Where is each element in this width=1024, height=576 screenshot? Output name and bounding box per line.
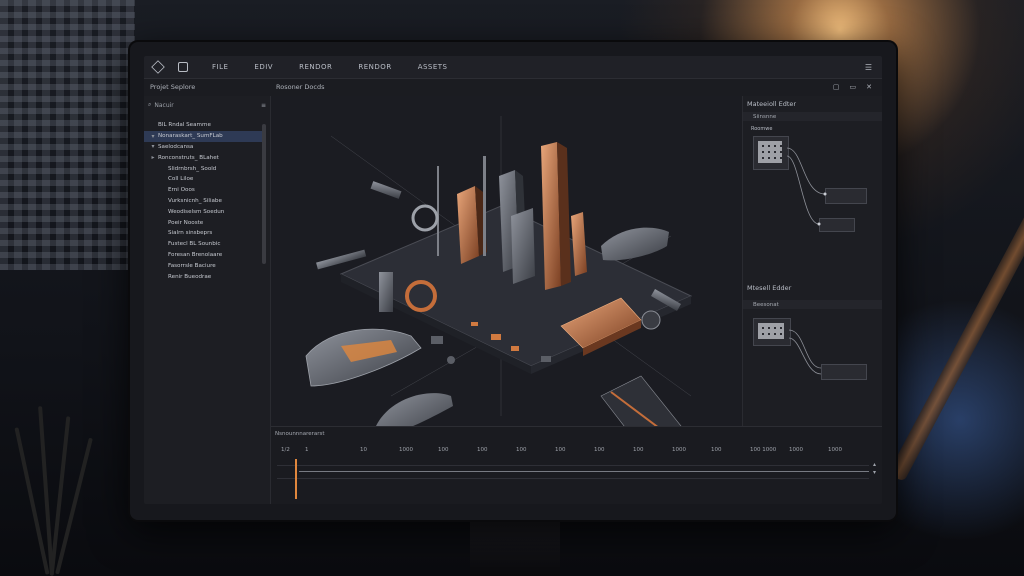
tree-item[interactable]: ▸ Ronconstruts_ BLahet xyxy=(144,152,264,163)
tree-item-label: Coll Liloe xyxy=(168,176,194,183)
explorer-search-label: Nacuir xyxy=(154,101,174,109)
timeline-tick-label: 1/2 xyxy=(281,447,290,453)
tree-item[interactable]: Fustecl BL Sounbic xyxy=(144,239,264,250)
tree-item-label: BIL Rndal Seamme xyxy=(158,122,211,129)
tree-item[interactable]: BIL Rndal Seamme xyxy=(144,120,264,131)
tree-item[interactable]: Sialrn sinsbeprs xyxy=(144,228,264,239)
material-editor-panel: Mateeioll Edter Siinsnne Roomwe Mtesell … xyxy=(742,96,882,426)
tree-item[interactable]: Fasorrsle Baciure xyxy=(144,260,264,271)
project-explorer-title: Projet Seplore xyxy=(150,83,196,91)
tree-item-label: Ronconstruts_ BLahet xyxy=(158,154,219,161)
menu-bar: FILE EDIV RENDOR RENDOR ASSETS ☰ xyxy=(144,56,882,79)
timeline-tick-label: 100 1000 xyxy=(750,447,777,453)
tree-item[interactable]: Slidrnbrsh_ Soold xyxy=(144,163,264,174)
timeline-tick-label: 100 xyxy=(633,447,644,453)
tree-item-label: Slidrnbrsh_ Soold xyxy=(168,165,217,172)
tree-item-label: Renir Bueodrae xyxy=(168,273,212,280)
timeline-tick-label: 1 xyxy=(305,447,309,453)
3d-scene-render xyxy=(305,116,693,449)
timeline-scroll-arrows[interactable]: ▴ ▾ xyxy=(873,461,876,477)
menu-item-edit[interactable]: EDIV xyxy=(254,63,273,71)
project-tree: BIL Rndal Seamme ▾ Nonaraskart_ SumFLab ▾ Sa… xyxy=(144,120,264,282)
timeline-title: Nsnounnnarerarst xyxy=(275,431,325,437)
tree-item-label: Poeir Nooste xyxy=(168,219,204,226)
timeline-tick-label: 1000 xyxy=(828,447,842,453)
timeline-tick-label: 1000 xyxy=(399,447,413,453)
tree-caret-icon[interactable]: ▾ xyxy=(148,143,158,150)
tree-item-label: Vurksnicnh_ Siliabe xyxy=(168,197,222,204)
collapse-icon[interactable]: ≡ xyxy=(261,102,266,109)
explorer-search[interactable]: ⌕ Nacuir ≡ xyxy=(148,100,266,110)
timeline-tick-label: 1000 xyxy=(672,447,686,453)
tree-item-label: Erni Ooos xyxy=(168,187,195,194)
menu-item-render-2[interactable]: RENDOR xyxy=(358,63,391,71)
tree-item[interactable]: Foresan Brenolaare xyxy=(144,250,264,261)
menu-item-render[interactable]: RENDOR xyxy=(299,63,332,71)
tree-item-label: Nonaraskart_ SumFLab xyxy=(158,133,223,140)
tree-item-label: Fasorrsle Baciure xyxy=(168,262,216,269)
tree-item[interactable]: Vurksnicnh_ Siliabe xyxy=(144,196,264,207)
window-icon[interactable]: ▢ xyxy=(833,83,840,91)
pen-holder xyxy=(14,400,130,576)
monitor-stand xyxy=(470,518,560,576)
viewport-controls: ▢ ▭ ✕ xyxy=(833,83,872,91)
save-icon[interactable] xyxy=(178,62,188,72)
panel-title-bar: Projet Seplore Rosoner Docds ▢ ▭ ✕ xyxy=(144,78,882,96)
menu-item-assets[interactable]: ASSETS xyxy=(418,63,448,71)
tree-item[interactable]: ▾ Nonaraskart_ SumFLab xyxy=(144,130,264,142)
timeline-panel: Nsnounnnarerarst 1/2 1 10 1000 100 100 100 100 1… xyxy=(271,426,882,504)
tree-item-label: Weodiselsm Soedun xyxy=(168,208,225,215)
timeline-tick-label: 1000 xyxy=(789,447,803,453)
timeline-playhead[interactable] xyxy=(295,459,297,499)
monitor: FILE EDIV RENDOR RENDOR ASSETS ☰ Projet … xyxy=(130,42,896,520)
scene-viewport[interactable] xyxy=(271,96,741,449)
tree-item-label: Saelodcansa xyxy=(158,143,194,150)
app-logo-icon xyxy=(151,60,165,74)
search-icon: ⌕ xyxy=(148,101,152,108)
tree-caret-icon[interactable]: ▸ xyxy=(148,154,158,161)
close-icon[interactable]: ✕ xyxy=(866,83,872,91)
app-window: FILE EDIV RENDOR RENDOR ASSETS ☰ Projet … xyxy=(144,56,882,504)
project-explorer-panel: ⌕ Nacuir ≡ BIL Rndal Seamme ▾ Nonaraskart_… xyxy=(144,96,271,504)
tree-item[interactable]: ▾ Saelodcansa xyxy=(144,142,264,153)
timeline-track[interactable] xyxy=(277,465,869,479)
window-controls: ☰ xyxy=(865,63,872,72)
node-links-2 xyxy=(788,329,822,375)
timeline-tick-label: 100 xyxy=(438,447,449,453)
tree-item[interactable]: Coll Liloe xyxy=(144,174,264,185)
timeline-tick-label: 100 xyxy=(477,447,488,453)
maximize-icon[interactable]: ▭ xyxy=(850,83,857,91)
tree-item[interactable]: Poeir Nooste xyxy=(144,217,264,228)
tree-item[interactable]: Renir Bueodrae xyxy=(144,271,264,282)
tree-caret-icon[interactable]: ▾ xyxy=(148,133,158,140)
menu-item-file[interactable]: FILE xyxy=(212,63,228,71)
timeline-tick-label: 100 xyxy=(516,447,527,453)
timeline-tick-label: 10 xyxy=(360,447,367,453)
background-monitor xyxy=(0,0,135,270)
timeline-tick-label: 100 xyxy=(594,447,605,453)
tree-item-label: Fustecl BL Sounbic xyxy=(168,241,221,248)
viewport-title: Rosoner Docds xyxy=(276,83,325,91)
hamburger-icon[interactable]: ☰ xyxy=(865,63,872,72)
tree-item-label: Foresan Brenolaare xyxy=(168,251,223,258)
explorer-scrollbar[interactable] xyxy=(262,124,266,264)
tree-item-label: Sialrn sinsbeprs xyxy=(168,230,213,237)
timeline-ruler[interactable]: 1/2 1 10 1000 100 100 100 100 100 100 1000 100 100 1… xyxy=(281,447,861,457)
tree-item[interactable]: Erni Ooos xyxy=(144,185,264,196)
tree-item[interactable]: Weodiselsm Soedun xyxy=(144,206,264,217)
timeline-tick-label: 100 xyxy=(711,447,722,453)
timeline-tick-label: 100 xyxy=(555,447,566,453)
